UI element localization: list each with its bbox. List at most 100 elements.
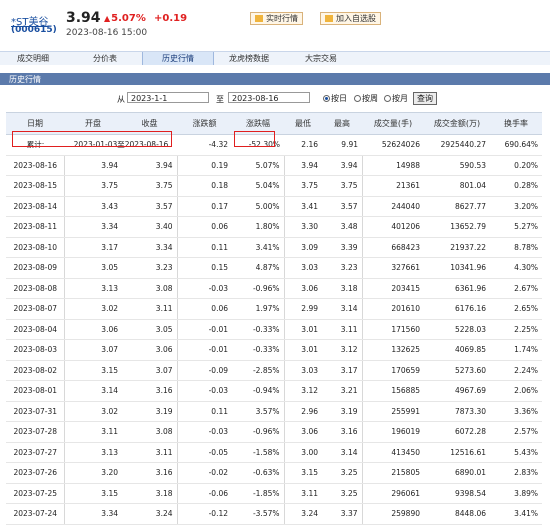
cell-close: 3.08 xyxy=(122,421,178,443)
cell-change-pct: -3.57% xyxy=(232,503,285,525)
col-close[interactable]: 收盘 xyxy=(122,112,177,135)
cell-change: -0.06 xyxy=(177,483,232,504)
cell-close: 3.18 xyxy=(122,483,178,504)
section-title: 历史行情 xyxy=(9,75,41,84)
cell-turnover: 5.27% xyxy=(490,216,542,238)
cell-change-pct: 1.97% xyxy=(232,298,285,320)
cell-date: 2023-08-16 xyxy=(6,155,65,176)
cell-change: 0.11 xyxy=(177,401,232,422)
table-row: 2023-07-24 3.34 3.24 -0.12 -3.57% 3.24 3.37 259… xyxy=(6,503,542,525)
cell-volume: 668423 xyxy=(362,237,424,258)
table-row: 2023-07-26 3.20 3.16 -0.02 -0.63% 3.15 3.25 215… xyxy=(6,462,542,484)
cell-high: 3.18 xyxy=(322,278,363,299)
cell-high: 3.17 xyxy=(322,360,363,381)
cell-close: 3.16 xyxy=(122,380,178,402)
table-row: 2023-08-15 3.75 3.75 0.18 5.04% 3.75 3.75 21361… xyxy=(6,175,542,197)
cell-change: -0.01 xyxy=(177,339,232,361)
cell-volume: 21361 xyxy=(362,175,424,197)
to-date-input[interactable]: 2023-08-16 xyxy=(228,92,310,103)
cell-date: 2023-07-24 xyxy=(6,503,65,525)
radio-daily[interactable]: 按日 xyxy=(323,93,347,104)
cell-high: 3.25 xyxy=(322,462,363,484)
cell-change-pct: -2.85% xyxy=(232,360,285,381)
cell-low: 3.03 xyxy=(284,257,322,279)
cell-change: 0.18 xyxy=(177,175,232,197)
from-date-input[interactable]: 2023-1-1 xyxy=(127,92,209,103)
cell-open: 3.13 xyxy=(64,442,122,463)
add-to-watchlist-button[interactable]: 加入自选股 xyxy=(320,12,381,25)
cell-open: 3.20 xyxy=(64,462,122,484)
summary-low: 2.16 xyxy=(284,134,322,156)
cell-open: 3.02 xyxy=(64,298,122,320)
table-row: 2023-08-03 3.07 3.06 -0.01 -0.33% 3.01 3.12 132… xyxy=(6,339,542,361)
cell-close: 3.23 xyxy=(122,257,178,279)
table-row: 2023-08-14 3.43 3.57 0.17 5.00% 3.41 3.57 24404… xyxy=(6,196,542,217)
radio-monthly[interactable]: 按月 xyxy=(384,93,408,104)
cell-amount: 12516.61 xyxy=(424,442,490,463)
summary-turnover: 690.64% xyxy=(490,134,542,156)
cell-change-pct: 3.41% xyxy=(232,237,285,258)
tab-block-trade[interactable]: 大宗交易 xyxy=(286,52,356,65)
cell-open: 3.43 xyxy=(64,196,122,217)
radio-weekly[interactable]: 按周 xyxy=(354,93,378,104)
cell-close: 3.08 xyxy=(122,278,178,299)
tab-dragon-tiger[interactable]: 龙虎榜数据 xyxy=(214,52,284,65)
cell-volume: 401206 xyxy=(362,216,424,238)
cell-open: 3.07 xyxy=(64,339,122,361)
cell-turnover: 2.06% xyxy=(490,380,542,402)
query-button[interactable]: 查询 xyxy=(413,92,437,105)
tab-price-table[interactable]: 分价表 xyxy=(70,52,140,65)
cell-change-pct: 3.57% xyxy=(232,401,285,422)
cell-low: 3.06 xyxy=(284,278,322,299)
cell-amount: 6361.96 xyxy=(424,278,490,299)
cell-change: 0.06 xyxy=(177,298,232,320)
table-row: 2023-08-02 3.15 3.07 -0.09 -2.85% 3.03 3.17 170… xyxy=(6,360,542,381)
tab-history[interactable]: 历史行情 xyxy=(142,52,214,65)
cell-amount: 5228.03 xyxy=(424,319,490,340)
cell-low: 3.30 xyxy=(284,216,322,238)
summary-change: -4.32 xyxy=(177,134,232,156)
col-volume[interactable]: 成交量(手) xyxy=(362,112,424,135)
cell-high: 3.23 xyxy=(322,257,363,279)
cell-date: 2023-08-01 xyxy=(6,380,65,402)
col-open[interactable]: 开盘 xyxy=(64,112,122,135)
col-amount[interactable]: 成交金额(万) xyxy=(424,112,490,135)
cell-close: 3.16 xyxy=(122,462,178,484)
cell-volume: 327661 xyxy=(362,257,424,279)
tab-trade-details[interactable]: 成交明细 xyxy=(0,52,66,65)
col-turnover[interactable]: 换手率 xyxy=(490,112,542,135)
cell-low: 3.94 xyxy=(284,155,322,176)
summary-high: 9.91 xyxy=(322,134,362,156)
cell-change-pct: -0.33% xyxy=(232,319,285,340)
cell-close: 3.34 xyxy=(122,237,178,258)
cell-turnover: 0.28% xyxy=(490,175,542,197)
cell-close: 3.19 xyxy=(122,401,178,422)
cell-date: 2023-08-03 xyxy=(6,339,65,361)
cell-turnover: 2.67% xyxy=(490,278,542,299)
cell-change-pct: -0.63% xyxy=(232,462,285,484)
cell-close: 3.94 xyxy=(122,155,178,176)
history-table: 日期 开盘 收盘 涨跌额 涨跌幅 最低 最高 成交量(手) 成交金额(万) 换手… xyxy=(6,112,542,525)
col-high[interactable]: 最高 xyxy=(322,112,362,135)
cell-open: 3.05 xyxy=(64,257,122,279)
cell-turnover: 2.65% xyxy=(490,298,542,320)
col-change-pct[interactable]: 涨跌幅 xyxy=(232,112,284,135)
cell-turnover: 3.36% xyxy=(490,401,542,422)
cell-change-pct: -0.94% xyxy=(232,380,285,402)
table-row: 2023-07-31 3.02 3.19 0.11 3.57% 2.96 3.19 25599… xyxy=(6,401,542,422)
cell-low: 3.12 xyxy=(284,380,322,402)
col-date[interactable]: 日期 xyxy=(6,112,64,135)
cell-change-pct: -1.58% xyxy=(232,442,285,463)
cell-close: 3.57 xyxy=(122,196,178,217)
cell-turnover: 2.24% xyxy=(490,360,542,381)
cell-low: 2.96 xyxy=(284,401,322,422)
col-low[interactable]: 最低 xyxy=(284,112,322,135)
col-change[interactable]: 涨跌额 xyxy=(177,112,232,135)
cell-date: 2023-07-25 xyxy=(6,483,65,504)
change-percent-value: 5.07% xyxy=(111,13,146,24)
cell-amount: 21937.22 xyxy=(424,237,490,258)
cell-amount: 8448.06 xyxy=(424,503,490,525)
add-to-watchlist-label: 加入自选股 xyxy=(336,14,376,23)
realtime-quote-button[interactable]: 实时行情 xyxy=(250,12,303,25)
cell-date: 2023-08-15 xyxy=(6,175,65,197)
